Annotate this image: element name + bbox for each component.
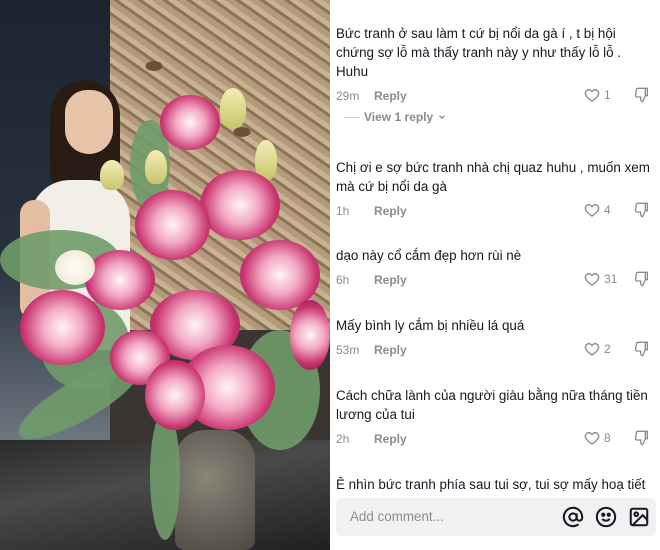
comment-text: Cách chữa lành của người giàu bằng nữa t… [336, 388, 648, 422]
comment-item: Chị ơi e sợ bức tranh nhà chị quaz huhu … [336, 158, 654, 222]
chevron-down-icon [439, 115, 446, 120]
heart-outline-icon[interactable] [584, 87, 600, 103]
image-icon[interactable] [628, 506, 650, 528]
comment-time: 29m [336, 89, 360, 103]
comment-time: 1h [336, 204, 350, 218]
reply-button[interactable]: Reply [374, 343, 407, 357]
reply-button[interactable]: Reply [374, 89, 407, 103]
comment-item: dạo này cổ cắm đẹp hơn rùi nè 6h Reply 3… [336, 246, 654, 291]
comment-time: 6h [336, 273, 350, 287]
comment-item: Bức tranh ở sau làm t cứ bị nổi da gà í … [336, 24, 654, 107]
reply-button[interactable]: Reply [374, 273, 407, 287]
like-button[interactable]: 8 [584, 430, 618, 446]
thumbs-down-icon[interactable] [634, 271, 650, 287]
add-comment-input[interactable]: Add comment... [350, 509, 444, 524]
lily-flower [145, 360, 205, 430]
lily-flower [135, 190, 210, 260]
heart-outline-icon[interactable] [584, 341, 600, 357]
like-count: 4 [604, 203, 611, 217]
reply-button[interactable]: Reply [374, 432, 407, 446]
heart-outline-icon[interactable] [584, 430, 600, 446]
stone-vase [175, 430, 255, 550]
comment-text: Ê nhìn bức tranh phía sau tui sợ, tui sợ… [336, 477, 646, 492]
comment-text: Bức tranh ở sau làm t cứ bị nổi da gà í … [336, 26, 621, 79]
comment-meta: 53m Reply 2 [336, 341, 654, 361]
view-replies-label[interactable]: View 1 reply [364, 110, 433, 124]
view-replies-link[interactable]: View 1 reply [343, 110, 447, 124]
thumbs-down-icon[interactable] [634, 202, 650, 218]
like-button[interactable]: 1 [584, 87, 618, 103]
at-sign-icon[interactable] [562, 506, 584, 528]
like-button[interactable]: 31 [584, 271, 618, 287]
like-count: 2 [604, 342, 611, 356]
like-count: 31 [604, 272, 618, 286]
comment-item: Mấy bình ly cắm bị nhiều lá quá 53m Repl… [336, 316, 654, 361]
comment-time: 2h [336, 432, 350, 446]
thumbs-down-icon[interactable] [634, 341, 650, 357]
video-frame-photo [0, 0, 330, 550]
comment-text: Mấy bình ly cắm bị nhiều lá quá [336, 318, 525, 333]
heart-outline-icon[interactable] [584, 202, 600, 218]
lily-flower [160, 95, 220, 150]
heart-outline-icon[interactable] [584, 271, 600, 287]
add-comment-bar[interactable]: Add comment... [336, 498, 656, 536]
comment-meta: 6h Reply 31 [336, 271, 654, 291]
comments-panel: Bức tranh ở sau làm t cứ bị nổi da gà í … [330, 0, 660, 550]
thumbs-down-icon[interactable] [634, 87, 650, 103]
lily-flower [200, 170, 280, 240]
reply-button[interactable]: Reply [374, 204, 407, 218]
comment-meta: 1h Reply 4 [336, 202, 654, 222]
comment-time: 53m [336, 343, 360, 357]
like-count: 1 [604, 88, 611, 102]
lily-flower [55, 250, 95, 285]
comment-meta: 2h Reply 8 [336, 430, 654, 450]
like-button[interactable]: 2 [584, 341, 618, 357]
thumbs-down-icon[interactable] [634, 430, 650, 446]
lily-flower [290, 300, 330, 370]
comment-item: Ê nhìn bức tranh phía sau tui sợ, tui sợ… [336, 475, 654, 494]
lily-flower [20, 290, 105, 365]
lily-flower [85, 250, 155, 310]
comment-text: dạo này cổ cắm đẹp hơn rùi nè [336, 248, 522, 263]
comment-item: Cách chữa lành của người giàu bằng nữa t… [336, 386, 654, 450]
comment-text: Chị ơi e sợ bức tranh nhà chị quaz huhu … [336, 160, 650, 194]
like-button[interactable]: 4 [584, 202, 618, 218]
like-count: 8 [604, 431, 611, 445]
comment-meta: 29m Reply 1 [336, 87, 654, 107]
smiley-icon[interactable] [595, 506, 617, 528]
